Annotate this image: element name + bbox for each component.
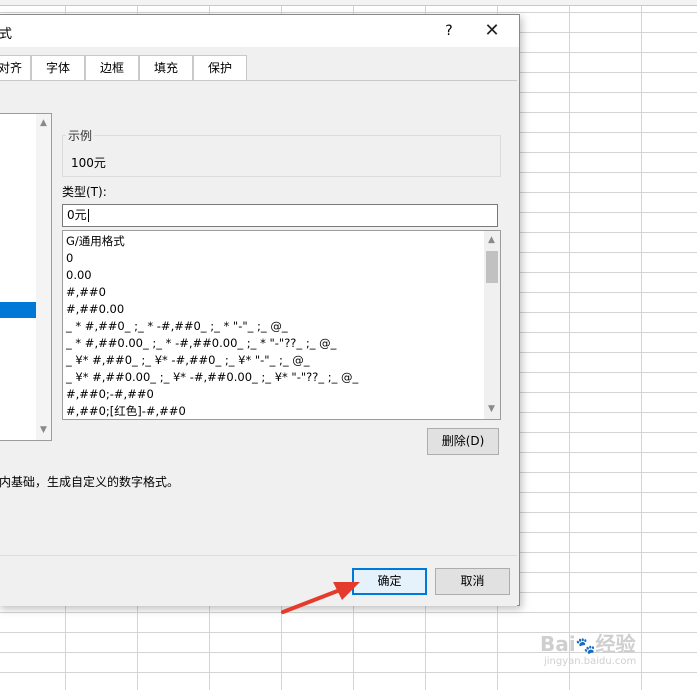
scroll-up-icon[interactable]: ▲	[484, 233, 499, 248]
column-header-strip	[0, 0, 697, 6]
tab-protection[interactable]: 保护	[193, 55, 247, 80]
category-selected-item[interactable]	[0, 302, 36, 318]
delete-button[interactable]: 删除(D)	[427, 428, 499, 455]
sample-label: 示例	[66, 127, 95, 144]
type-input[interactable]: 0元	[62, 204, 498, 227]
scroll-up-icon[interactable]: ▲	[36, 116, 51, 131]
dialog-titlebar: 式 ? ✕	[0, 15, 519, 47]
tab-alignment[interactable]: 对齐	[0, 55, 31, 80]
list-item[interactable]: 0.00	[66, 267, 92, 284]
list-item[interactable]: 0	[66, 250, 73, 267]
tab-font[interactable]: 字体	[31, 55, 85, 80]
help-button[interactable]: ?	[437, 19, 461, 43]
type-label: 类型(T):	[62, 185, 107, 199]
list-item[interactable]: _ ¥* #,##0.00_ ;_ ¥* -#,##0.00_ ;_ ¥* "-…	[66, 369, 358, 386]
baidu-watermark-url: jingyan.baidu.com	[544, 656, 637, 667]
scroll-down-icon[interactable]: ▼	[36, 423, 51, 438]
tab-content: ▲ ▼ 示例 100元 类型(T): 0元 G/通用格式 0 0.00 #,##…	[0, 81, 517, 541]
scroll-down-icon[interactable]: ▼	[484, 402, 499, 417]
description-text: 内基础，生成自定义的数字格式。	[0, 475, 180, 489]
format-list[interactable]: G/通用格式 0 0.00 #,##0 #,##0.00 _ * #,##0_ …	[62, 230, 501, 420]
text-caret	[87, 209, 89, 222]
list-item[interactable]: G/通用格式	[66, 233, 125, 250]
list-item[interactable]: _ * #,##0_ ;_ * -#,##0_ ;_ * "-"_ ;_ @_	[66, 318, 288, 335]
tab-label: 对齐	[0, 61, 22, 75]
list-item[interactable]: #,##0;-#,##0	[66, 386, 154, 403]
list-item[interactable]: #,##0;[红色]-#,##0	[66, 403, 186, 419]
cancel-button[interactable]: 取消	[435, 568, 510, 595]
list-item[interactable]: _ ¥* #,##0_ ;_ ¥* -#,##0_ ;_ ¥* "-"_ ;_ …	[66, 352, 310, 369]
ok-button[interactable]: 确定	[352, 568, 427, 595]
format-list-scrollbar[interactable]: ▲ ▼	[484, 231, 500, 419]
list-item[interactable]: #,##0.00	[66, 301, 124, 318]
tab-label: 保护	[207, 61, 232, 75]
close-button[interactable]: ✕	[477, 17, 507, 45]
tab-fill[interactable]: 填充	[139, 55, 193, 80]
type-input-value: 0元	[67, 208, 87, 222]
category-scrollbar[interactable]: ▲ ▼	[36, 114, 51, 440]
scroll-thumb[interactable]	[486, 251, 498, 283]
sample-group	[62, 135, 501, 177]
tab-label: 边框	[99, 61, 124, 75]
category-list[interactable]: ▲ ▼	[0, 113, 52, 441]
tab-border[interactable]: 边框	[85, 55, 139, 80]
dialog-title: 式	[0, 27, 13, 42]
list-item[interactable]: _ * #,##0.00_ ;_ * -#,##0.00_ ;_ * "-"??…	[66, 335, 336, 352]
format-cells-dialog: 式 ? ✕ 对齐 字体 边框 填充 保护 ▲ ▼ 示例 100元 类型(T): …	[0, 14, 520, 606]
baidu-watermark-logo: Bai🐾经验	[540, 632, 636, 656]
list-item[interactable]: #,##0	[66, 284, 106, 301]
sample-value: 100元	[71, 156, 106, 170]
tab-label: 字体	[45, 61, 70, 75]
tab-label: 填充	[153, 61, 178, 75]
